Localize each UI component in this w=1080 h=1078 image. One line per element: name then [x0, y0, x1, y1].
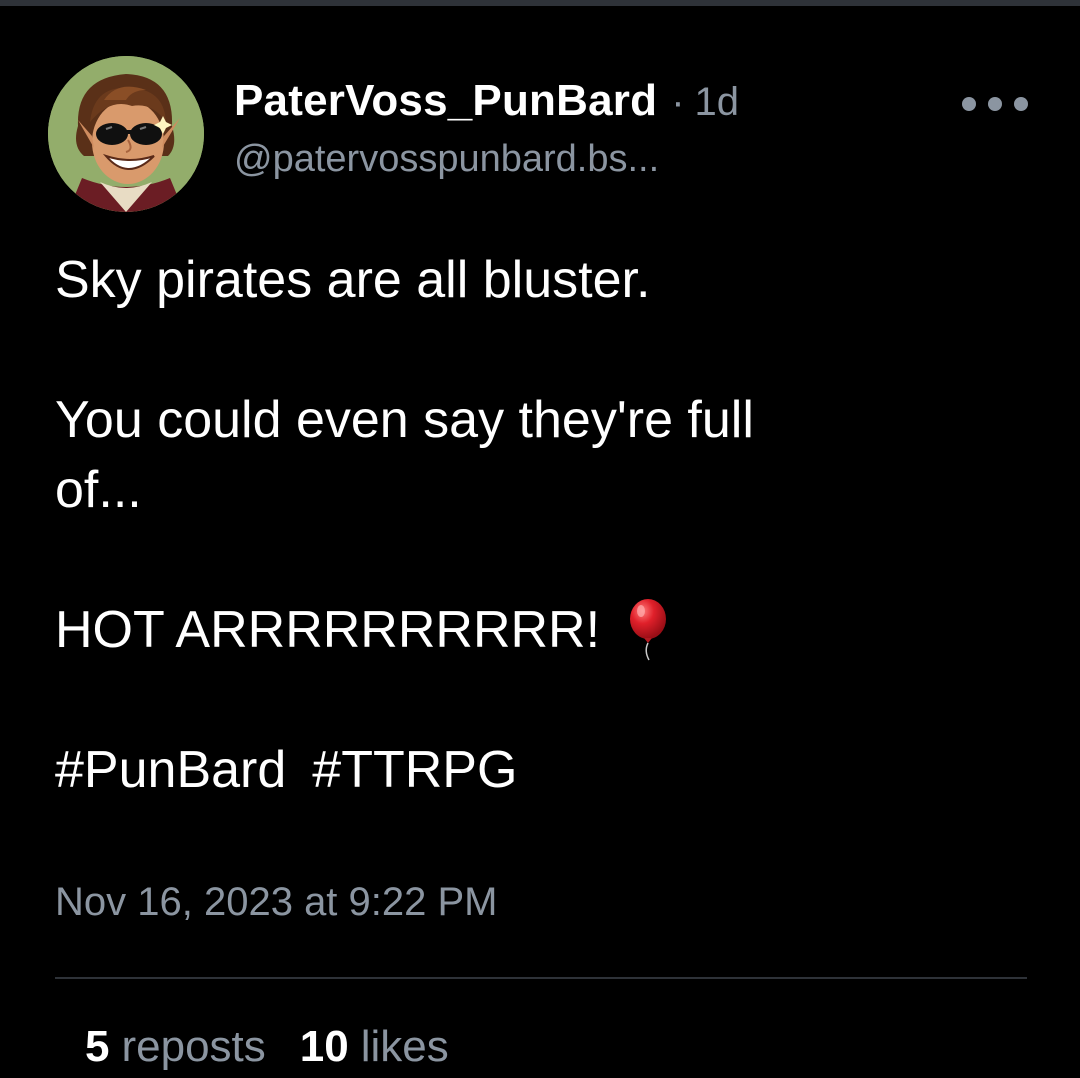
author-display-name[interactable]: PaterVoss_PunBard [234, 76, 657, 126]
ellipsis-icon [988, 97, 1002, 111]
post-line-4: HOT ARRRRRRRRRR! [55, 595, 1005, 665]
likes-count: 10 [299, 1022, 349, 1071]
hashtag-row: #PunBard #TTRPG [55, 735, 1005, 805]
ellipsis-icon [962, 97, 976, 111]
hashtag-punbard[interactable]: #PunBard [55, 735, 286, 805]
avatar[interactable] [48, 56, 204, 212]
avatar-illustration-icon [48, 56, 204, 212]
reposts-count: 5 [85, 1022, 110, 1071]
post-timestamp: Nov 16, 2023 at 9:22 PM [55, 880, 498, 924]
top-divider [0, 0, 1080, 6]
stats-divider [55, 977, 1027, 979]
ellipsis-icon [1014, 97, 1028, 111]
likes-stat[interactable]: 10 likes [300, 1022, 449, 1072]
author-row: PaterVoss_PunBard · 1d [234, 76, 934, 126]
post-line-3: of... [55, 461, 142, 519]
likes-label: likes [360, 1022, 449, 1071]
post-body: Sky pirates are all bluster. You could e… [55, 245, 1005, 805]
hashtag-ttrpg[interactable]: #TTRPG [312, 735, 517, 805]
post-relative-time[interactable]: 1d [695, 80, 740, 125]
author-handle[interactable]: @patervosspunbard.bs... [234, 138, 934, 181]
post-line-4-text: HOT ARRRRRRRRRR! [55, 601, 601, 659]
post-line-1: Sky pirates are all bluster. [55, 251, 651, 309]
more-options-button[interactable] [962, 84, 1028, 124]
post-stats: 5 reposts 10 likes [85, 1022, 449, 1072]
post-header: PaterVoss_PunBard · 1d @patervosspunbard… [234, 76, 934, 181]
meta-separator: · [671, 80, 685, 124]
post-line-2: You could even say they're full [55, 391, 754, 449]
reposts-stat[interactable]: 5 reposts [85, 1022, 266, 1072]
reposts-label: reposts [121, 1022, 266, 1071]
red-balloon-icon [624, 599, 672, 661]
